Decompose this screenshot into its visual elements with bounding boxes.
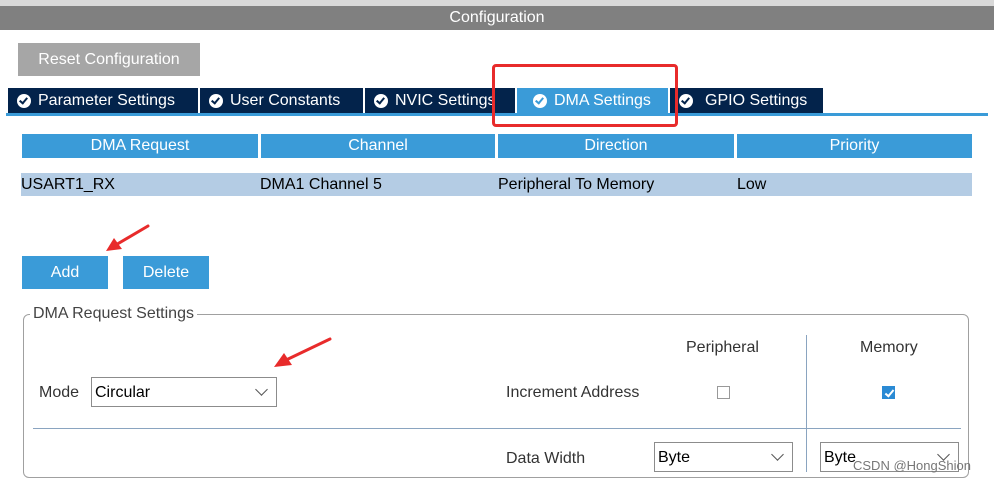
table-cell: Peripheral To Memory: [498, 176, 655, 193]
check-circle-icon: [17, 94, 31, 108]
tab-parameter-settings[interactable]: Parameter Settings: [8, 88, 198, 113]
tab-label: Parameter Settings: [38, 92, 175, 109]
table-cell: Low: [737, 176, 767, 193]
peripheral-increment-checkbox[interactable]: [717, 386, 730, 399]
mode-select[interactable]: Circular: [91, 377, 277, 407]
memory-increment-checkbox[interactable]: [882, 386, 895, 399]
tab-label: GPIO Settings: [705, 92, 808, 109]
reset-configuration-button[interactable]: Reset Configuration: [18, 43, 200, 76]
memory-width-value: Byte: [824, 449, 857, 466]
check-circle-icon: [679, 94, 693, 108]
table-row[interactable]: [21, 173, 972, 196]
tab-gpio-settings[interactable]: GPIO Settings: [670, 88, 823, 113]
column-divider: [806, 335, 807, 472]
table-cell: USART1_RX: [21, 176, 115, 193]
check-circle-icon: [374, 94, 388, 108]
divider: [33, 428, 961, 429]
window-title-bar: Configuration: [0, 0, 994, 30]
column-header-direction[interactable]: Direction: [498, 134, 734, 158]
column-header-dma-request[interactable]: DMA Request: [22, 134, 258, 158]
peripheral-width-value: Byte: [658, 449, 691, 466]
tab-label: User Constants: [230, 92, 341, 109]
data-width-label: Data Width: [506, 450, 586, 467]
column-header-priority[interactable]: Priority: [737, 134, 972, 158]
chevron-down-icon: [255, 383, 268, 396]
column-header-channel[interactable]: Channel: [261, 134, 495, 158]
add-button[interactable]: Add: [22, 256, 108, 289]
table-cell: DMA1 Channel 5: [260, 176, 382, 193]
group-legend: DMA Request Settings: [30, 304, 197, 324]
mode-label: Mode: [39, 384, 80, 401]
peripheral-column-label: Peripheral: [686, 339, 759, 356]
tab-user-constants[interactable]: User Constants: [200, 88, 363, 113]
chevron-down-icon: [771, 448, 784, 461]
peripheral-data-width-select[interactable]: Byte: [654, 442, 793, 472]
delete-button[interactable]: Delete: [123, 256, 209, 289]
tab-label: NVIC Settings: [395, 92, 496, 109]
check-circle-icon: [209, 94, 223, 108]
red-arrow-icon: [106, 224, 150, 251]
highlight-box: [492, 64, 678, 127]
mode-value: Circular: [95, 384, 151, 401]
window-title: Configuration: [449, 9, 545, 26]
increment-address-label: Increment Address: [506, 384, 640, 401]
memory-column-label: Memory: [860, 339, 918, 356]
watermark: CSDN @HongShion: [853, 458, 971, 473]
